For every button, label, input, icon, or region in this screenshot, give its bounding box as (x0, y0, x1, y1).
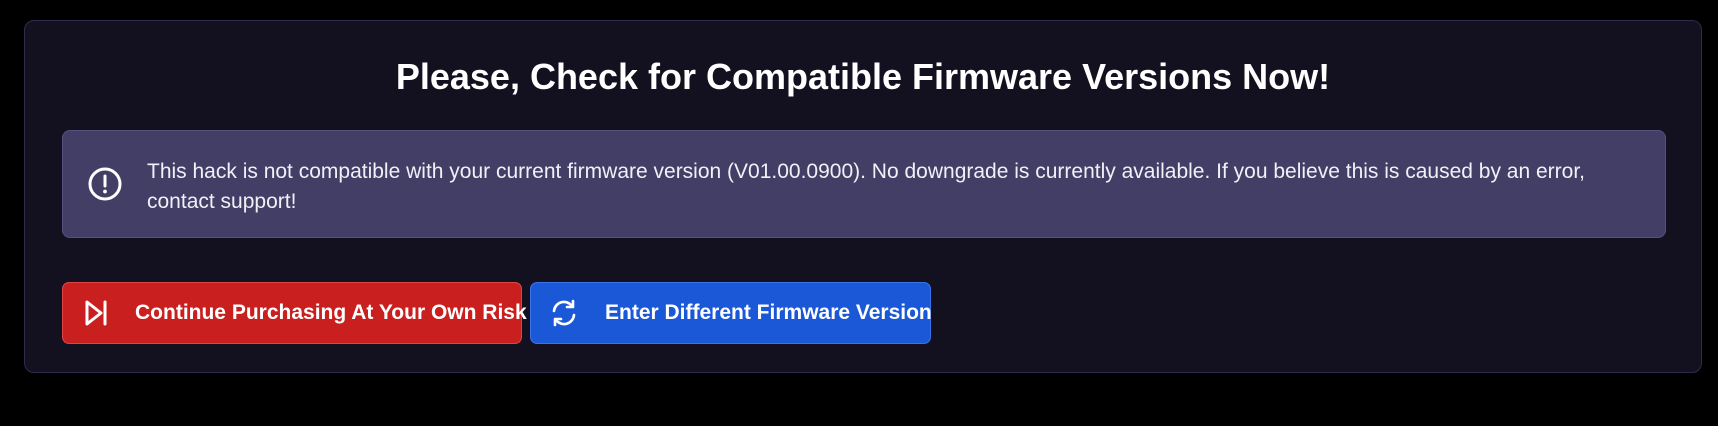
continue-purchasing-label: Continue Purchasing At Your Own Risk (135, 301, 527, 324)
enter-firmware-version-label: Enter Different Firmware Version (605, 301, 932, 324)
continue-purchasing-button[interactable]: Continue Purchasing At Your Own Risk (62, 282, 527, 344)
skip-forward-icon (81, 298, 111, 328)
enter-firmware-version-button[interactable]: Enter Different Firmware Version (530, 282, 932, 344)
exclamation-circle-icon (87, 166, 123, 202)
refresh-icon (549, 298, 579, 328)
compatibility-alert: This hack is not compatible with your cu… (62, 130, 1666, 238)
page-title: Please, Check for Compatible Firmware Ve… (395, 56, 1331, 97)
alert-message: This hack is not compatible with your cu… (147, 160, 1586, 213)
firmware-check-card: Please, Check for Compatible Firmware Ve… (24, 20, 1702, 373)
